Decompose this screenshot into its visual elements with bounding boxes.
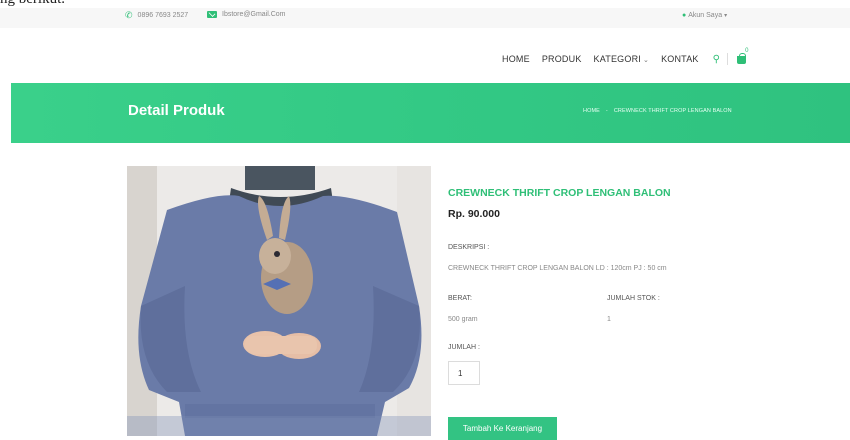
- breadcrumb-separator: -: [605, 108, 608, 114]
- quantity-label: JUMLAH :: [448, 344, 480, 351]
- description-text: CREWNECK THRIFT CROP LENGAN BALON LD : 1…: [448, 265, 667, 272]
- nav-kategori-label: KATEGORI: [593, 54, 641, 64]
- product-image: [127, 166, 431, 436]
- caption-fragment: ng berikut.: [0, 0, 65, 8]
- account-menu[interactable]: ● Akun Saya ▾: [682, 12, 727, 19]
- cart-button[interactable]: 0: [735, 48, 749, 66]
- search-icon[interactable]: ⚲: [713, 54, 721, 65]
- nav-kategori[interactable]: KATEGORI ⌄: [594, 54, 650, 64]
- mail-icon: [207, 11, 217, 18]
- phone-icon: ✆: [125, 10, 133, 20]
- top-utility-bar: ✆ 0896 7693 2527 Ibstore@Gmail.Com ● Aku…: [0, 8, 850, 28]
- breadcrumb: HOME - CREWNECK THRIFT CROP LENGAN BALON: [583, 108, 732, 114]
- weight-value: 500 gram: [448, 316, 478, 323]
- nav-home[interactable]: HOME: [502, 54, 530, 64]
- contact-email: Ibstore@Gmail.Com: [207, 11, 286, 18]
- chevron-down-icon: ⌄: [642, 57, 650, 64]
- user-icon: ●: [682, 12, 687, 19]
- email-address: Ibstore@Gmail.Com: [222, 11, 286, 18]
- add-to-cart-button[interactable]: Tambah Ke Keranjang: [448, 417, 557, 440]
- nav-divider: [727, 53, 729, 65]
- page-title: Detail Produk: [128, 102, 225, 119]
- product-photo: [127, 166, 431, 436]
- weight-label: BERAT:: [448, 295, 472, 302]
- cart-count: 0: [745, 48, 749, 54]
- stock-label: JUMLAH STOK :: [607, 295, 660, 302]
- product-name: CREWNECK THRIFT CROP LENGAN BALON: [448, 187, 671, 199]
- description-label: DESKRIPSI :: [448, 244, 490, 251]
- cart-icon: [737, 53, 747, 64]
- account-label: Akun Saya: [688, 12, 723, 19]
- product-price: Rp. 90.000: [448, 208, 500, 220]
- nav-kontak[interactable]: KONTAK: [661, 54, 699, 64]
- phone-number: 0896 7693 2527: [137, 12, 189, 19]
- breadcrumb-current: CREWNECK THRIFT CROP LENGAN BALON: [613, 108, 732, 114]
- page-title-band: Detail Produk HOME - CREWNECK THRIFT CRO…: [11, 83, 850, 143]
- breadcrumb-home[interactable]: HOME: [583, 108, 600, 114]
- contact-phone: ✆ 0896 7693 2527: [125, 11, 188, 20]
- quantity-input[interactable]: [448, 361, 480, 385]
- stock-value: 1: [607, 316, 611, 323]
- nav-produk[interactable]: PRODUK: [542, 54, 582, 64]
- main-nav: HOME PRODUK KATEGORI ⌄ KONTAK ⚲ 0: [502, 48, 749, 66]
- chevron-down-icon: ▾: [724, 13, 728, 19]
